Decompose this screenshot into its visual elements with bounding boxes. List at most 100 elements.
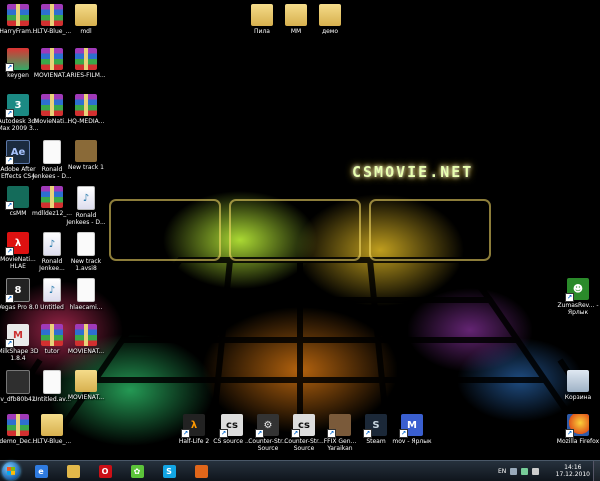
hlae-icon: λ ↗ xyxy=(5,232,29,256)
3ds-icon: 3 ↗ xyxy=(5,94,29,118)
volume-icon[interactable] xyxy=(532,467,540,475)
icon-label: New track 1 xyxy=(68,164,104,171)
rar-icon xyxy=(41,94,63,116)
desktop-icon[interactable]: New track 1.avsi8 xyxy=(64,232,108,272)
network-icon[interactable] xyxy=(521,467,529,475)
icon-label: mdl xyxy=(80,28,92,35)
wallpaper-logo-text: CSMOVIE.NET xyxy=(352,163,474,181)
clock-date: 17.12.2010 xyxy=(555,471,590,478)
desktop-icon[interactable]: MOVIENAT... xyxy=(64,370,108,401)
skype-icon: S xyxy=(162,464,176,478)
hl-icon: λ ↗ xyxy=(181,414,205,438)
folder-icon xyxy=(319,4,341,26)
shortcut-arrow-icon: ↗ xyxy=(219,429,228,438)
desktop-icon[interactable]: ♪ Ronald Jenkees - D... xyxy=(64,186,108,226)
rar-icon xyxy=(75,324,97,346)
folder-icon xyxy=(41,414,63,436)
desktop-icon[interactable]: hlaecami... xyxy=(64,278,108,311)
cs-icon: cs ↗ xyxy=(291,414,315,438)
icon-label: HLTV-Blue_... xyxy=(32,438,72,445)
x-icon xyxy=(6,370,30,394)
opera-icon: O xyxy=(98,464,112,478)
desktop-icon[interactable]: HQ-MEDIA... xyxy=(64,94,108,125)
bin-icon xyxy=(567,370,589,392)
file-icon xyxy=(43,370,61,394)
icon-label: MOVIENAT... xyxy=(67,394,105,401)
icon-label: ARIES-FILM... xyxy=(66,72,106,79)
taskbar-skype-button[interactable]: S xyxy=(154,463,184,479)
desktop-icon[interactable]: ☻ ↗ ZumasRev... - Ярлык xyxy=(556,278,600,316)
icon-label: демо xyxy=(321,28,339,35)
taskbar: e O ✿ S EN 14:16 17.12.2010 xyxy=(0,460,600,481)
show-desktop-button[interactable] xyxy=(593,461,600,481)
folder-icon xyxy=(75,4,97,26)
shortcut-arrow-icon: ↗ xyxy=(5,156,14,165)
desktop-icon[interactable]: ↗ Mozilla Firefox xyxy=(556,414,600,445)
csmm-icon: ↗ xyxy=(5,186,29,210)
media-icon: ♪ xyxy=(77,186,95,210)
icon-label: Корзина xyxy=(564,394,592,401)
shortcut-arrow-icon: ↗ xyxy=(291,429,300,438)
desktop-icon[interactable]: HLTV-Blue_... xyxy=(30,414,74,445)
firefox-icon xyxy=(194,464,208,478)
system-tray: EN xyxy=(498,461,540,481)
shortcut-arrow-icon: ↗ xyxy=(5,109,14,118)
shortcut-arrow-icon: ↗ xyxy=(5,339,14,348)
ae-icon: Ae ↗ xyxy=(5,140,30,165)
shortcut-arrow-icon: ↗ xyxy=(399,429,408,438)
rar-icon xyxy=(7,4,29,26)
internet-explorer-icon: e xyxy=(34,464,48,478)
shortcut-arrow-icon: ↗ xyxy=(565,293,574,302)
shortcut-arrow-icon: ↗ xyxy=(327,429,336,438)
rar-icon xyxy=(75,94,97,116)
shortcut-icon[interactable]: M ↗ mov - Ярлык xyxy=(390,414,434,445)
shortcut-arrow-icon: ↗ xyxy=(5,63,14,72)
milk-icon: M ↗ xyxy=(5,324,29,348)
icq-icon: ✿ xyxy=(130,464,144,478)
mov-icon: M ↗ xyxy=(399,414,423,438)
shortcut-arrow-icon: ↗ xyxy=(363,429,372,438)
icon-label: MOVIENAT... xyxy=(67,348,105,355)
desktop-icon[interactable]: ARIES-FILM... xyxy=(64,48,108,79)
shortcut-arrow-icon: ↗ xyxy=(5,294,14,303)
icon-label: mov - Ярлык xyxy=(392,438,432,445)
folder-icon xyxy=(285,4,307,26)
shortcut-arrow-icon: ↗ xyxy=(565,429,574,438)
rar-icon xyxy=(7,414,29,436)
media-icon: ♪ xyxy=(43,278,61,302)
desktop-icon[interactable]: Корзина xyxy=(556,370,600,401)
desktop-icon[interactable]: New track 1 xyxy=(64,140,108,171)
taskbar-icq-button[interactable]: ✿ xyxy=(122,463,152,479)
taskbar-opera-button[interactable]: O xyxy=(90,463,120,479)
taskbar-firefox-button[interactable] xyxy=(186,463,216,479)
icon-label: HQ-MEDIA... xyxy=(67,118,105,125)
rar-icon xyxy=(41,4,63,26)
start-button[interactable] xyxy=(2,462,20,480)
desktop-icon[interactable]: MOVIENAT... xyxy=(64,324,108,355)
sw-icon: ⚙ ↗ xyxy=(255,414,279,438)
language-indicator[interactable]: EN xyxy=(498,468,506,475)
rar-icon xyxy=(41,48,63,70)
zuma-icon: ☻ ↗ xyxy=(565,278,589,302)
ff-icon: ↗ xyxy=(565,414,589,438)
icon-label: hlaecami... xyxy=(69,304,103,311)
clock-time: 14:16 xyxy=(564,464,582,471)
desktop-icon[interactable]: mdl xyxy=(64,4,108,35)
shortcut-arrow-icon: ↗ xyxy=(5,247,14,256)
tray-arrow-icon[interactable] xyxy=(510,467,518,475)
icon-label: New track 1.avsi8 xyxy=(70,258,102,272)
icon-label: Mozilla Firefox xyxy=(556,438,600,445)
clock[interactable]: 14:16 17.12.2010 xyxy=(556,464,590,478)
file-icon xyxy=(77,278,95,302)
taskbar-explorer-button[interactable] xyxy=(58,463,88,479)
rar-icon xyxy=(75,48,97,70)
vegas-icon: 8 ↗ xyxy=(5,278,30,303)
man-icon: ↗ xyxy=(327,414,351,438)
taskbar-internet-explorer-button[interactable]: e xyxy=(26,463,56,479)
folder-icon-item[interactable]: демо xyxy=(308,4,352,35)
rar-icon xyxy=(41,324,63,346)
rar-icon xyxy=(41,186,63,208)
shortcut-arrow-icon: ↗ xyxy=(5,201,14,210)
media-icon: ♪ xyxy=(43,232,61,256)
folder-icon xyxy=(251,4,273,26)
